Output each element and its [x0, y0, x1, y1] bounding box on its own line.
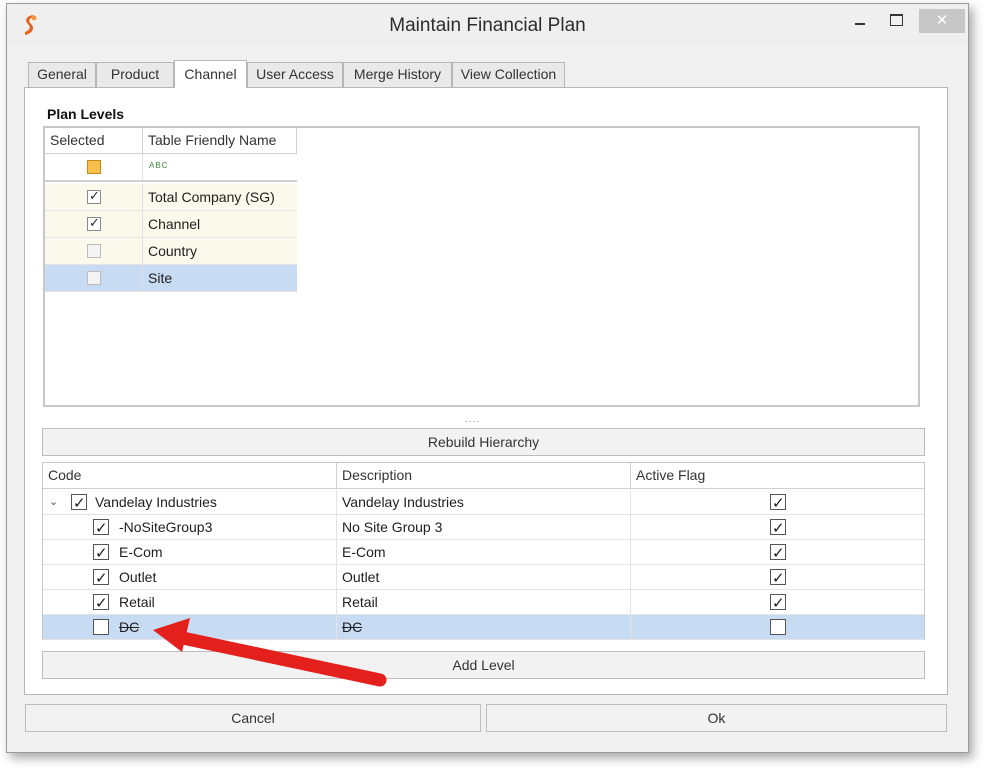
- tree-row[interactable]: ⌄ Vandelay Industries Vandelay Industrie…: [43, 490, 924, 516]
- tree-code-cell: Retail: [43, 590, 337, 616]
- window-title: Maintain Financial Plan: [389, 15, 586, 36]
- tree-row-checkbox[interactable]: [93, 542, 109, 566]
- tab-view-collection[interactable]: View Collection: [452, 62, 565, 87]
- column-header-code[interactable]: Code: [43, 463, 337, 489]
- tree-description: No Site Group 3: [337, 515, 631, 540]
- tree-code: Outlet: [119, 569, 157, 585]
- tree-row[interactable]: -NoSiteGroup3 No Site Group 3: [43, 515, 924, 541]
- plan-level-selected-cell: [45, 211, 143, 237]
- chevron-down-icon[interactable]: ⌄: [49, 490, 58, 514]
- plan-level-name: Total Company (SG): [148, 189, 275, 205]
- close-button[interactable]: ✕: [919, 9, 965, 33]
- plan-level-row-selected[interactable]: Site: [45, 265, 297, 292]
- tab-product[interactable]: Product: [96, 62, 174, 87]
- tree-row-selected[interactable]: DC DC: [43, 615, 924, 640]
- column-header-selected[interactable]: Selected: [45, 128, 143, 154]
- plan-level-selected-cell: [45, 238, 143, 264]
- tree-description: Retail: [337, 590, 631, 615]
- tree-row-checkbox[interactable]: [71, 492, 87, 516]
- plan-level-selected-cell: [45, 265, 143, 291]
- ok-button[interactable]: Ok: [486, 704, 947, 732]
- plan-levels-header: Selected Table Friendly Name: [45, 128, 297, 154]
- tree-code: Vandelay Industries: [95, 494, 217, 510]
- tree-code-cell: DC: [43, 615, 337, 640]
- tree-row[interactable]: E-Com E-Com: [43, 540, 924, 566]
- channel-tab-panel: Plan Levels Selected Table Friendly Name…: [24, 87, 948, 695]
- active-flag-checkbox[interactable]: [770, 492, 786, 516]
- filter-checkbox[interactable]: [87, 160, 101, 174]
- tree-description: Outlet: [337, 565, 631, 590]
- tree-row-checkbox[interactable]: [93, 567, 109, 591]
- tree-row[interactable]: Outlet Outlet: [43, 565, 924, 591]
- tree-description: Vandelay Industries: [337, 490, 631, 515]
- tree-code: DC: [119, 619, 140, 635]
- active-flag-checkbox[interactable]: [770, 542, 786, 566]
- tab-user-access[interactable]: User Access: [247, 62, 343, 87]
- column-header-description[interactable]: Description: [337, 463, 631, 489]
- tree-description: E-Com: [337, 540, 631, 565]
- plan-level-checkbox[interactable]: [87, 271, 101, 285]
- plan-level-name: Channel: [148, 216, 201, 232]
- tab-merge-history[interactable]: Merge History: [343, 62, 452, 87]
- tree-row-checkbox[interactable]: [93, 592, 109, 616]
- cancel-button[interactable]: Cancel: [25, 704, 481, 732]
- plan-levels-grid: Selected Table Friendly Name ABC Total C…: [43, 126, 920, 407]
- tree-code: -NoSiteGroup3: [119, 519, 213, 535]
- active-flag-checkbox[interactable]: [770, 619, 786, 635]
- tree-active-cell: [631, 590, 924, 616]
- tree-active-cell: [631, 540, 924, 566]
- tree-code-cell: E-Com: [43, 540, 337, 566]
- tree-row-checkbox[interactable]: [93, 619, 109, 635]
- active-flag-checkbox[interactable]: [770, 592, 786, 616]
- tree-active-cell: [631, 615, 924, 640]
- tree-code: E-Com: [119, 544, 163, 560]
- tree-code-cell: Outlet: [43, 565, 337, 591]
- rebuild-hierarchy-button[interactable]: Rebuild Hierarchy: [42, 428, 925, 456]
- tree-code-cell: ⌄ Vandelay Industries: [43, 490, 337, 516]
- plan-levels-title: Plan Levels: [47, 106, 125, 122]
- hierarchy-header: Code Description Active Flag: [43, 463, 924, 489]
- hierarchy-tree: Code Description Active Flag ⌄ Vandelay …: [42, 462, 925, 640]
- plan-level-name: Country: [148, 243, 198, 259]
- minimize-button[interactable]: [845, 9, 875, 33]
- plan-level-checkbox[interactable]: [87, 244, 101, 258]
- plan-level-checkbox[interactable]: [87, 215, 101, 231]
- plan-level-selected-cell: [45, 184, 143, 210]
- active-flag-checkbox[interactable]: [770, 517, 786, 541]
- column-header-table-friendly-name[interactable]: Table Friendly Name: [143, 128, 297, 154]
- abc-filter-icon[interactable]: ABC: [149, 161, 168, 170]
- column-header-active-flag[interactable]: Active Flag: [631, 463, 924, 489]
- tree-description: DC: [337, 615, 631, 640]
- tree-code: Retail: [119, 594, 155, 610]
- tree-row-checkbox[interactable]: [93, 517, 109, 541]
- plan-level-row[interactable]: Channel: [45, 211, 297, 238]
- add-level-button[interactable]: Add Level: [42, 651, 925, 679]
- tree-code-cell: -NoSiteGroup3: [43, 515, 337, 541]
- plan-level-checkbox[interactable]: [87, 188, 101, 204]
- filter-row: ABC: [45, 154, 297, 182]
- tab-channel[interactable]: Channel: [174, 60, 247, 88]
- title-bar: Maintain Financial Plan ✕: [7, 4, 968, 46]
- tab-general[interactable]: General: [28, 62, 96, 87]
- close-icon: ✕: [935, 12, 949, 29]
- plan-level-row[interactable]: Country: [45, 238, 297, 265]
- active-flag-checkbox[interactable]: [770, 567, 786, 591]
- tree-active-cell: [631, 490, 924, 516]
- plan-level-row[interactable]: Total Company (SG): [45, 184, 297, 211]
- plan-level-name: Site: [148, 270, 173, 286]
- maximize-button[interactable]: [881, 9, 911, 33]
- tree-row[interactable]: Retail Retail: [43, 590, 924, 616]
- filter-cell-selected: [45, 154, 143, 180]
- splitter-handle[interactable]: ....: [465, 414, 480, 425]
- abc-filter-label: ABC: [149, 161, 169, 170]
- tree-active-cell: [631, 515, 924, 541]
- tree-active-cell: [631, 565, 924, 591]
